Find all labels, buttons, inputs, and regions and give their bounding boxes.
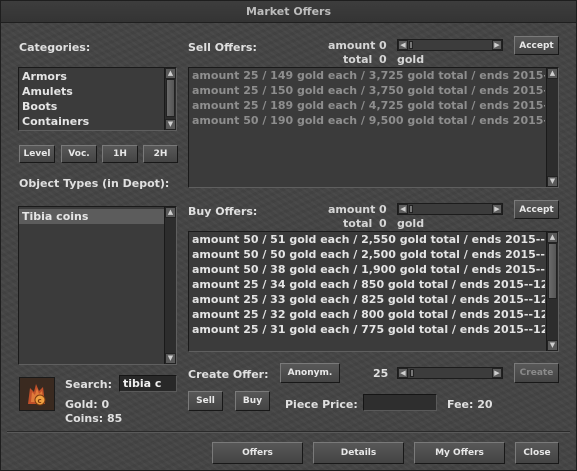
sell-gold-unit: gold	[397, 53, 425, 66]
tibia-coin-icon: c	[20, 378, 54, 410]
filter-vocation-button[interactable]: Voc.	[61, 145, 97, 163]
buy-amount-slider[interactable]: ◀ ▶	[397, 203, 503, 215]
scroll-down-icon[interactable]: ▼	[165, 353, 176, 364]
object-types-scrollbar[interactable]: ▲ ▼	[164, 207, 176, 364]
scroll-thumb[interactable]	[548, 243, 557, 299]
create-button[interactable]: Create	[514, 363, 559, 383]
categories-scrollbar[interactable]: ▲ ▼	[164, 68, 176, 130]
filter-1h-button[interactable]: 1H	[102, 145, 138, 163]
sell-offers-scrollbar[interactable]: ▲ ▼	[546, 68, 558, 187]
sell-offer-row[interactable]: amount 50 / 190 gold each / 9,500 gold t…	[189, 113, 545, 128]
scroll-down-icon[interactable]: ▼	[547, 340, 558, 351]
slider-thumb[interactable]	[409, 41, 413, 49]
sell-total-label: total	[343, 53, 373, 66]
scroll-down-icon[interactable]: ▼	[165, 119, 176, 130]
category-item[interactable]: Amulets	[19, 84, 163, 99]
sell-amount-slider[interactable]: ◀ ▶	[397, 39, 503, 51]
slider-right-icon[interactable]: ▶	[492, 368, 502, 378]
buy-offer-row[interactable]: amount 25 / 33 gold each / 825 gold tota…	[189, 292, 545, 307]
svg-text:c: c	[38, 397, 42, 405]
sell-button[interactable]: Sell	[188, 391, 223, 411]
buy-accept-button[interactable]: Accept	[514, 200, 559, 219]
create-offer-label: Create Offer:	[188, 368, 269, 381]
slider-left-icon[interactable]: ◀	[398, 368, 408, 378]
sell-offers-list[interactable]: amount 25 / 149 gold each / 3,725 gold t…	[188, 67, 559, 188]
piece-price-label: Piece Price:	[285, 398, 358, 411]
slider-left-icon[interactable]: ◀	[398, 204, 408, 214]
window-title: Market Offers	[1, 1, 576, 23]
sell-offers-heading: Sell Offers:	[188, 41, 257, 54]
buy-offer-row[interactable]: amount 50 / 38 gold each / 1,900 gold to…	[189, 262, 545, 277]
filter-level-button[interactable]: Level	[19, 145, 55, 163]
create-amount-value: 25	[373, 367, 389, 380]
scroll-up-icon[interactable]: ▲	[547, 68, 558, 79]
search-input-value: tibia c	[123, 377, 162, 390]
buy-offer-row[interactable]: amount 25 / 31 gold each / 775 gold tota…	[189, 322, 545, 337]
buy-offers-scrollbar[interactable]: ▲ ▼	[546, 232, 558, 351]
category-item[interactable]: Armors	[19, 69, 163, 84]
buy-offers-heading: Buy Offers:	[188, 205, 258, 218]
category-item[interactable]: Boots	[19, 99, 163, 114]
close-button[interactable]: Close	[515, 442, 559, 464]
buy-offers-list[interactable]: amount 50 / 51 gold each / 2,550 gold to…	[188, 231, 559, 352]
create-amount-slider[interactable]: ◀ ▶	[397, 367, 503, 379]
object-type-item[interactable]: Tibia coins	[19, 209, 166, 224]
object-types-list[interactable]: Tibia coins ▲ ▼	[18, 206, 177, 365]
slider-thumb[interactable]	[409, 205, 413, 213]
scroll-thumb[interactable]	[166, 79, 175, 117]
sell-amount-value: 0	[379, 39, 387, 52]
sell-offer-row[interactable]: amount 25 / 149 gold each / 3,725 gold t…	[189, 68, 545, 83]
market-window: Market Offers Categories: Armors Amulets…	[0, 0, 577, 471]
sell-amount-label: amount	[328, 39, 376, 52]
scroll-down-icon[interactable]: ▼	[547, 176, 558, 187]
offers-button[interactable]: Offers	[212, 442, 303, 464]
search-label: Search:	[65, 378, 112, 391]
category-item[interactable]: Containers	[19, 114, 163, 129]
sell-accept-button[interactable]: Accept	[514, 36, 559, 55]
categories-heading: Categories:	[19, 41, 91, 54]
buy-amount-value: 0	[379, 203, 387, 216]
fee-label: Fee: 20	[447, 398, 493, 411]
anonymous-button[interactable]: Anonym.	[280, 363, 340, 383]
buy-total-value: 0	[379, 217, 387, 230]
buy-offer-row[interactable]: amount 50 / 51 gold each / 2,550 gold to…	[189, 232, 545, 247]
piece-price-input[interactable]	[363, 394, 437, 411]
scroll-up-icon[interactable]: ▲	[547, 232, 558, 243]
scroll-up-icon[interactable]: ▲	[165, 207, 176, 218]
search-input[interactable]: tibia c	[119, 375, 177, 392]
buy-total-label: total	[343, 217, 373, 230]
scroll-up-icon[interactable]: ▲	[165, 68, 176, 79]
details-button[interactable]: Details	[313, 442, 404, 464]
buy-offer-row[interactable]: amount 25 / 32 gold each / 800 gold tota…	[189, 307, 545, 322]
buy-gold-unit: gold	[397, 217, 425, 230]
buy-amount-label: amount	[328, 203, 376, 216]
filter-2h-button[interactable]: 2H	[143, 145, 178, 163]
object-types-heading: Object Types (in Depot):	[19, 177, 170, 190]
categories-list[interactable]: Armors Amulets Boots Containers ▲ ▼	[18, 67, 177, 131]
selected-item-slot: c	[19, 377, 55, 411]
sell-total-value: 0	[379, 53, 387, 66]
my-offers-button[interactable]: My Offers	[414, 442, 505, 464]
buy-offer-row[interactable]: amount 25 / 34 gold each / 850 gold tota…	[189, 277, 545, 292]
buy-button[interactable]: Buy	[235, 391, 270, 411]
footer-separator	[7, 431, 570, 433]
slider-right-icon[interactable]: ▶	[492, 40, 502, 50]
sell-offer-row[interactable]: amount 25 / 150 gold each / 3,750 gold t…	[189, 83, 545, 98]
buy-offer-row[interactable]: amount 50 / 50 gold each / 2,500 gold to…	[189, 247, 545, 262]
coins-balance: Coins: 85	[65, 412, 123, 425]
slider-left-icon[interactable]: ◀	[398, 40, 408, 50]
slider-thumb[interactable]	[410, 369, 414, 377]
sell-offer-row[interactable]: amount 25 / 189 gold each / 4,725 gold t…	[189, 98, 545, 113]
slider-right-icon[interactable]: ▶	[492, 204, 502, 214]
gold-balance: Gold: 0	[65, 398, 110, 411]
